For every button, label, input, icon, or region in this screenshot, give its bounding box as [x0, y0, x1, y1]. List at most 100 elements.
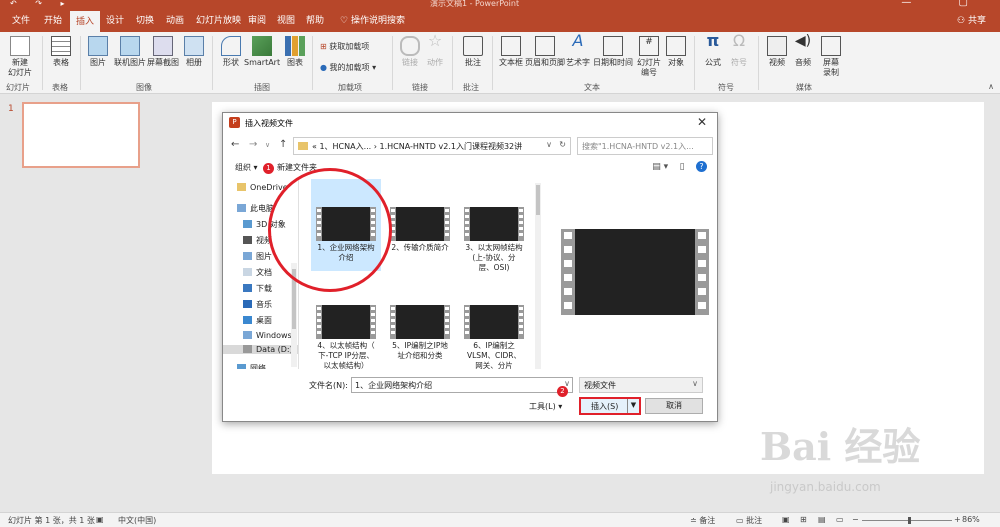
chevron-down-icon[interactable]: ∨: [692, 379, 698, 388]
zoom-slider[interactable]: [862, 517, 952, 524]
screen-recording-button[interactable]: 屏幕 录制: [818, 36, 844, 78]
photo-album-button[interactable]: 相册: [182, 36, 206, 68]
tools-button[interactable]: 工具(L) ▾: [529, 401, 562, 412]
slide-thumbnail[interactable]: [22, 102, 140, 168]
window-controls[interactable]: — ▢: [901, 0, 990, 8]
file-item[interactable]: 2、传输介质简介: [385, 179, 455, 271]
up-arrow-icon[interactable]: ↑: [279, 139, 287, 150]
file-item[interactable]: 4、以太帧结构（ 下-TCP IP分层、 以太帧结构）: [311, 303, 381, 369]
zoom-level[interactable]: 86%: [962, 515, 980, 524]
new-slide-button[interactable]: 新建 幻灯片: [6, 36, 34, 78]
help-icon[interactable]: ?: [696, 161, 707, 172]
textbox-button[interactable]: 文本框: [498, 36, 524, 68]
comment-button[interactable]: 批注: [462, 36, 484, 68]
date-time-button[interactable]: 日期和时间: [592, 36, 634, 68]
action-button[interactable]: ☆ 动作: [425, 33, 445, 68]
refresh-icon[interactable]: ↻: [559, 140, 566, 149]
organize-button[interactable]: 组织 ▾: [235, 162, 258, 173]
link-button[interactable]: 链接: [400, 36, 420, 68]
tab-review[interactable]: 审阅: [248, 13, 266, 26]
slide-number-button[interactable]: # 幻灯片 编号: [636, 36, 662, 78]
video-button[interactable]: 视频: [766, 36, 788, 68]
link-icon: [400, 36, 420, 56]
tab-transitions[interactable]: 切换: [136, 13, 154, 26]
quick-access-toolbar[interactable]: ↶ ↷ ▸: [10, 0, 73, 8]
search-input[interactable]: 搜索"1.HCNA-HNTD v2.1入...: [577, 137, 713, 155]
chart-button[interactable]: 图表: [284, 36, 306, 68]
close-icon[interactable]: ✕: [697, 115, 707, 129]
store-icon: ⊞: [320, 42, 330, 51]
object-icon: [666, 36, 686, 56]
view-icon[interactable]: ▤ ▾: [652, 162, 668, 172]
nav-pictures[interactable]: 图片: [243, 251, 272, 262]
filename-input[interactable]: 1、企业网络架构介绍 ∨: [351, 377, 573, 393]
screenshot-button[interactable]: 屏幕截图: [146, 36, 180, 68]
tab-animations[interactable]: 动画: [166, 13, 184, 26]
file-item[interactable]: 3、以太网帧结构 (上-协议、分 层、OSI): [459, 179, 529, 272]
get-addins-button[interactable]: ⊞ 获取加载项: [320, 41, 369, 52]
nav-network[interactable]: 网络: [237, 363, 266, 369]
reading-view-icon[interactable]: ▤: [818, 515, 826, 524]
tab-file[interactable]: 文件: [12, 13, 30, 26]
symbol-button[interactable]: Ω 符号: [728, 33, 750, 68]
slideshow-view-icon[interactable]: ▭: [836, 515, 844, 524]
wordart-button[interactable]: A 艺术字: [566, 33, 590, 68]
nav-music[interactable]: 音乐: [243, 299, 272, 310]
spellcheck-icon[interactable]: ▣: [96, 515, 104, 524]
chevron-down-icon[interactable]: ∨: [546, 140, 552, 149]
tab-help[interactable]: 帮助: [306, 13, 324, 26]
insert-button[interactable]: 插入(S) ▼: [579, 397, 641, 415]
tab-insert[interactable]: 插入: [70, 11, 101, 32]
filetype-select[interactable]: 视频文件 ∨: [579, 377, 703, 393]
address-bar[interactable]: « 1、HCNA入... › 1.HCNA-HNTD v2.1入门课程视频32讲…: [293, 137, 571, 155]
object-button[interactable]: 对象: [664, 36, 688, 68]
scrollbar-thumb[interactable]: [536, 185, 540, 215]
file-item[interactable]: 6、IP编制之 VLSM、CIDR、 网关、分片: [459, 303, 529, 369]
audio-button[interactable]: ◀) 音频: [792, 34, 814, 68]
equation-button[interactable]: π 公式: [702, 33, 724, 68]
file-item[interactable]: 5、IP编制之IP地 址介绍和分类: [385, 303, 455, 369]
smartart-button[interactable]: SmartArt: [244, 36, 280, 68]
drive-icon: [243, 345, 252, 353]
file-list-scrollbar[interactable]: [535, 183, 541, 369]
back-arrow-icon[interactable]: ←: [231, 139, 239, 150]
language-status[interactable]: 中文(中国): [118, 515, 156, 526]
recent-dropdown-icon[interactable]: ∨: [265, 141, 270, 149]
my-addins-button[interactable]: ● 我的加载项 ▾: [320, 62, 376, 73]
tab-home[interactable]: 开始: [44, 13, 62, 26]
zoom-in-icon[interactable]: +: [954, 515, 961, 524]
slide-sorter-icon[interactable]: ⊞: [800, 515, 807, 524]
forward-arrow-icon[interactable]: →: [249, 139, 257, 150]
table-button[interactable]: 表格: [48, 36, 74, 68]
shapes-button[interactable]: 形状: [220, 36, 242, 68]
nav-onedrive[interactable]: OneDrive: [237, 183, 288, 192]
filename-row: 文件名(N): 1、企业网络架构介绍 ∨ 视频文件 ∨: [223, 377, 717, 395]
tell-me-search[interactable]: ♡ 操作说明搜索: [340, 13, 405, 26]
nav-windows[interactable]: Windows: [243, 331, 292, 340]
zoom-out-icon[interactable]: −: [852, 515, 859, 524]
online-pictures-button[interactable]: 联机图片: [112, 36, 148, 68]
tab-view[interactable]: 视图: [277, 13, 295, 26]
nav-desktop[interactable]: 桌面: [243, 315, 272, 326]
header-footer-button[interactable]: 页眉和页脚: [524, 36, 566, 68]
comments-button[interactable]: ▭ 批注: [736, 515, 762, 526]
nav-downloads[interactable]: 下载: [243, 283, 272, 294]
tab-design[interactable]: 设计: [106, 13, 124, 26]
drive-icon: [243, 331, 252, 339]
insert-dropdown-icon[interactable]: ▼: [627, 399, 639, 413]
ribbon-separator: [212, 36, 213, 90]
normal-view-icon[interactable]: ▣: [782, 515, 790, 524]
nav-this-pc[interactable]: 此电脑: [237, 203, 274, 214]
pictures-button[interactable]: 图片: [86, 36, 110, 68]
zoom-slider-knob[interactable]: [908, 517, 911, 524]
view-options[interactable]: ▤ ▾ ▯ ?: [652, 161, 707, 172]
cancel-button[interactable]: 取消: [645, 398, 703, 414]
nav-data-drive[interactable]: Data (D:): [223, 345, 298, 354]
preview-pane-icon[interactable]: ▯: [680, 162, 685, 172]
nav-documents[interactable]: 文档: [243, 267, 272, 278]
collapse-ribbon-icon[interactable]: ∧: [988, 82, 994, 91]
notes-button[interactable]: ≐ 备注: [690, 515, 715, 526]
tab-slideshow[interactable]: 幻灯片放映: [196, 13, 241, 26]
slide-info: 幻灯片 第 1 张，共 1 张: [8, 516, 95, 525]
share-button[interactable]: ⚇ 共享: [957, 13, 986, 26]
